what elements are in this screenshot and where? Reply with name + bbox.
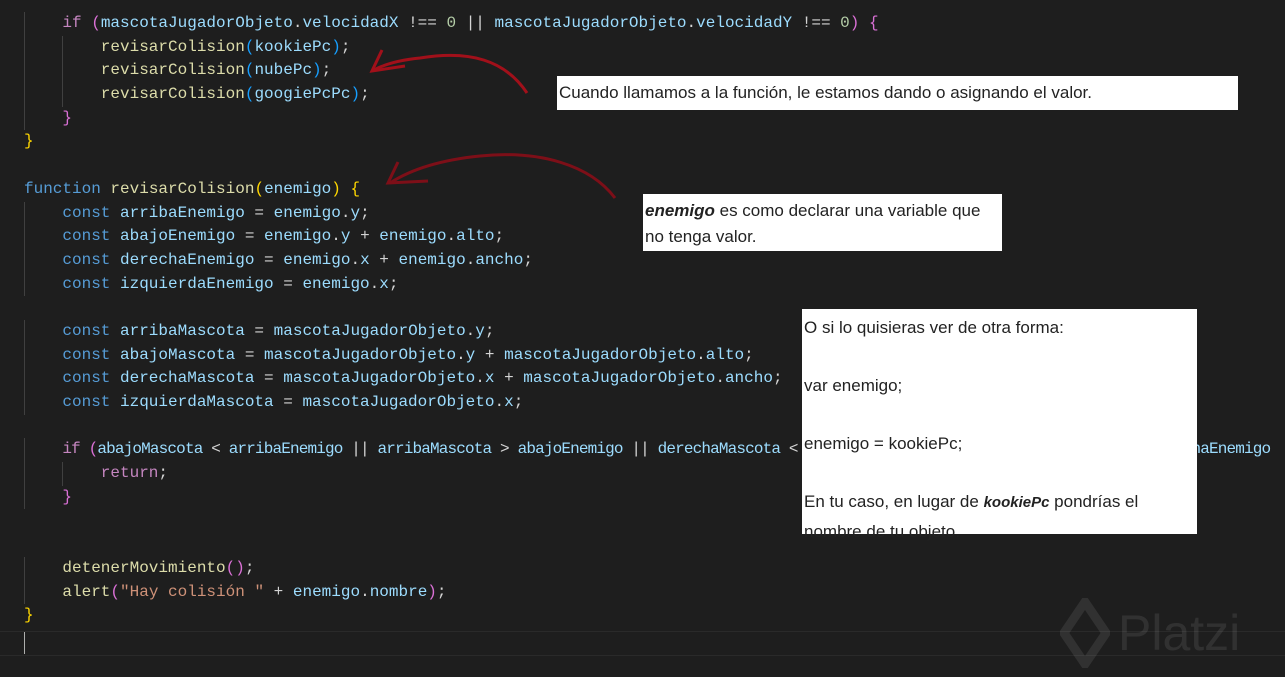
note-parameter: enemigo es como declarar una variable qu… <box>643 194 1002 251</box>
note-text: Cuando llamamos a la función, le estamos… <box>559 83 1093 102</box>
note-text: var enemigo; <box>804 376 903 395</box>
note-alternative: O si lo quisieras ver de otra forma: var… <box>802 309 1197 541</box>
note-bold: enemigo <box>645 201 715 220</box>
note-text: En tu caso, en lugar de kookiePc pondría… <box>804 487 1195 546</box>
note-function-call: Cuando llamamos a la función, le estamos… <box>557 76 1238 110</box>
note-bold: kookiePc <box>983 494 1050 511</box>
red-arrow-1 <box>373 53 529 94</box>
note-text: enemigo = kookiePc; <box>804 434 963 453</box>
platzi-watermark: Platzi <box>1060 598 1240 668</box>
note-text-part: En tu caso, en lugar de <box>804 492 984 511</box>
red-arrow-2 <box>389 153 617 199</box>
watermark-text: Platzi <box>1118 605 1241 661</box>
platzi-logo-icon <box>1060 598 1110 668</box>
note-text: O si lo quisieras ver de otra forma: <box>804 318 1064 337</box>
